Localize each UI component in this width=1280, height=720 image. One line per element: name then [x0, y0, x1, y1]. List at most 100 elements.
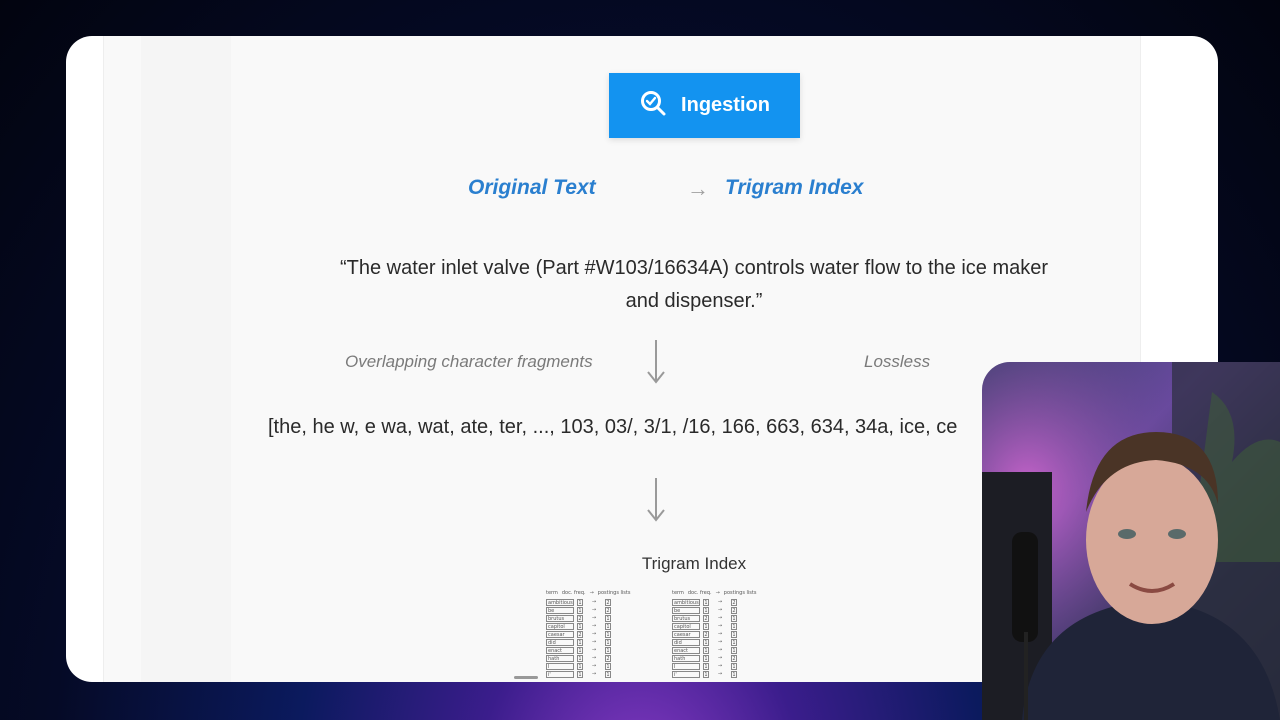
- index-cell-freq: 1: [577, 622, 583, 630]
- index-cell-post: 1: [605, 630, 611, 638]
- index-cell-freq: 1: [703, 670, 709, 678]
- index-header-cell: term: [672, 590, 684, 596]
- index-cell-post: 2: [605, 606, 611, 614]
- index-cell-term: did: [672, 638, 700, 646]
- index-cell-arr: →: [717, 671, 723, 677]
- index-cell-term: hath: [546, 654, 574, 662]
- index-cell-freq: 2: [577, 630, 583, 638]
- index-cell-freq: 2: [703, 630, 709, 638]
- index-cell-post: 2: [605, 654, 611, 662]
- index-cell-term: I: [672, 662, 700, 670]
- index-header-cell: doc. freq.: [687, 590, 712, 596]
- index-cell-arr: →: [717, 623, 723, 629]
- index-cell-arr: →: [717, 655, 723, 661]
- index-cell-arr: →: [717, 663, 723, 669]
- index-cell-freq: 1: [703, 662, 709, 670]
- scroll-handle[interactable]: [514, 676, 538, 679]
- index-cell-post: 1: [605, 638, 611, 646]
- index-cell-freq: 1: [577, 606, 583, 614]
- index-cell-term: caesar: [672, 630, 700, 638]
- index-header-cell: postings lists: [723, 590, 757, 596]
- index-cell-arr: →: [591, 663, 597, 669]
- index-header-cell: term: [546, 590, 558, 596]
- index-cell-arr: →: [717, 615, 723, 621]
- index-cell-freq: 1: [703, 606, 709, 614]
- index-cell-post: 2: [731, 654, 737, 662]
- index-cell-post: 1: [731, 614, 737, 622]
- quote-line-2: and dispenser.”: [625, 290, 763, 312]
- index-cell-arr: →: [591, 671, 597, 677]
- index-cell-post: 1: [605, 646, 611, 654]
- search-check-icon: [639, 89, 667, 123]
- index-row: I 1 → 1: [672, 662, 832, 670]
- index-table-header: term doc. freq. → postings lists: [672, 590, 832, 596]
- index-cell-term: enact: [672, 646, 700, 654]
- index-cell-freq: 1: [703, 638, 709, 646]
- index-cell-arr: →: [591, 631, 597, 637]
- index-cell-term: brutus: [672, 614, 700, 622]
- inverted-index-table-2: term doc. freq. → postings lists ambitious 1 →…: [672, 590, 832, 678]
- index-row: hath 1 → 2: [672, 654, 832, 662]
- index-cell-freq: 1: [703, 646, 709, 654]
- quote-line-1: “The water inlet valve (Part #W103/16634…: [339, 257, 1049, 279]
- index-cell-freq: 1: [577, 654, 583, 662]
- index-cell-post: 1: [731, 670, 737, 678]
- ingestion-button[interactable]: Ingestion: [609, 73, 800, 138]
- index-cell-arr: →: [591, 607, 597, 613]
- index-cell-post: 2: [731, 606, 737, 614]
- index-cell-freq: 1: [703, 598, 709, 606]
- index-header-cell: postings lists: [597, 590, 631, 596]
- index-cell-freq: 1: [577, 598, 583, 606]
- index-cell-term: capitol: [546, 622, 574, 630]
- index-header-cell: →: [589, 590, 594, 596]
- index-cell-post: 1: [605, 662, 611, 670]
- index-cell-arr: →: [591, 647, 597, 653]
- trigram-list: [the, he w, e wa, wat, ate, ter, ..., 10…: [268, 416, 958, 438]
- original-text-heading: Original Text: [468, 176, 596, 199]
- index-cell-post: 1: [731, 622, 737, 630]
- index-cell-arr: →: [717, 607, 723, 613]
- index-header-cell: →: [715, 590, 720, 596]
- index-cell-freq: 1: [703, 622, 709, 630]
- index-cell-post: 1: [731, 638, 737, 646]
- down-arrow-icon-2: [647, 478, 665, 522]
- index-cell-post: 1: [731, 630, 737, 638]
- index-row: enact 1 → 1: [672, 646, 832, 654]
- index-cell-arr: →: [591, 623, 597, 629]
- index-row: caesar 2 → 1: [672, 630, 832, 638]
- ingestion-label: Ingestion: [681, 94, 770, 116]
- index-cell-freq: 1: [577, 638, 583, 646]
- index-cell-post: 1: [605, 622, 611, 630]
- index-title: Trigram Index: [641, 554, 747, 573]
- index-cell-term: be: [546, 606, 574, 614]
- index-cell-term: ambitious: [546, 598, 574, 606]
- index-cell-arr: →: [717, 647, 723, 653]
- index-cell-term: be: [672, 606, 700, 614]
- index-cell-post: 2: [731, 598, 737, 606]
- right-arrow-icon: →: [687, 176, 709, 201]
- index-cell-arr: →: [591, 655, 597, 661]
- index-cell-term: did: [546, 638, 574, 646]
- down-arrow-icon: [647, 340, 665, 384]
- index-cell-term: ambitious: [672, 598, 700, 606]
- overlap-note: Overlapping character fragments: [345, 352, 593, 371]
- trigram-index-heading: Trigram Index: [725, 176, 864, 199]
- index-cell-freq: 1: [577, 646, 583, 654]
- index-cell-arr: →: [717, 639, 723, 645]
- index-row: ambitious 1 → 2: [672, 598, 832, 606]
- index-cell-term: caesar: [546, 630, 574, 638]
- index-row: be 1 → 2: [672, 606, 832, 614]
- index-cell-post: 2: [605, 598, 611, 606]
- index-cell-term: enact: [546, 646, 574, 654]
- index-cell-term: i': [546, 670, 574, 678]
- index-cell-arr: →: [591, 639, 597, 645]
- index-header-cell: doc. freq.: [561, 590, 586, 596]
- index-cell-post: 1: [731, 646, 737, 654]
- slide-left-gutter: [141, 36, 231, 682]
- presenter-webcam: [982, 362, 1280, 720]
- index-cell-term: brutus: [546, 614, 574, 622]
- presenter-video: [982, 362, 1280, 720]
- index-cell-freq: 2: [577, 614, 583, 622]
- index-cell-term: I: [546, 662, 574, 670]
- index-cell-freq: 1: [577, 662, 583, 670]
